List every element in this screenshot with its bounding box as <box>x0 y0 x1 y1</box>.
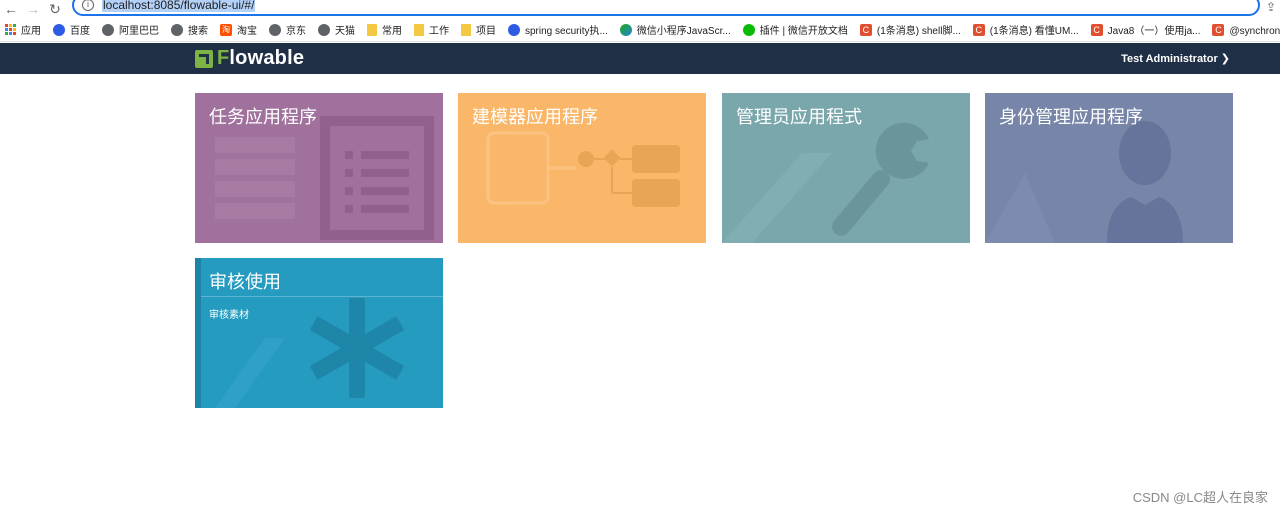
folder-icon <box>414 23 424 36</box>
bookmark-item[interactable]: 淘淘宝 <box>220 22 257 37</box>
bookmark-label: 淘宝 <box>237 26 257 37</box>
bookmark-item[interactable]: 微信小程序JavaScr... <box>619 22 731 37</box>
globe-icon <box>318 23 330 36</box>
flowable-logo[interactable]: Flowable <box>195 47 304 70</box>
baidu-paw-icon <box>508 23 520 36</box>
baidu-paw-icon <box>53 23 65 36</box>
tile-identity-app[interactable]: 身份管理应用程序 <box>985 93 1233 243</box>
bookmark-item[interactable]: 天猫 <box>318 22 355 37</box>
bookmark-label: 搜索 <box>188 26 208 37</box>
browser-url-bar: ← → ↻ i localhost:8085/flowable-ui/#/ ⇪ <box>0 0 1280 18</box>
folder-icon <box>367 23 377 36</box>
bookmark-label: 项目 <box>476 26 496 37</box>
wechat-icon <box>742 23 755 36</box>
tile-title: 身份管理应用程序 <box>999 107 1143 127</box>
forward-arrow-icon[interactable]: → <box>22 0 44 18</box>
tile-subtitle: 审核素材 <box>209 310 249 321</box>
address-field[interactable]: i localhost:8085/flowable-ui/#/ <box>72 0 1260 16</box>
tile-admin-app[interactable]: 管理员应用程式 <box>722 93 970 243</box>
tile-title: 审核使用 <box>209 272 281 292</box>
info-icon[interactable]: i <box>82 0 94 11</box>
bookmark-item[interactable]: 项目 <box>461 22 496 37</box>
globe-icon <box>171 23 183 36</box>
tile-modeler-app[interactable]: 建模器应用程序 <box>458 93 706 243</box>
tile-title: 任务应用程序 <box>209 107 317 127</box>
bookmark-label: 常用 <box>382 26 402 37</box>
bookmark-label: 微信小程序JavaScr... <box>636 26 731 37</box>
bookmark-label: 天猫 <box>335 26 355 37</box>
bookmark-item[interactable]: C @synchronized 递... <box>1212 22 1280 37</box>
bookmark-item[interactable]: 京东 <box>269 22 306 37</box>
csdn-icon: C <box>1090 23 1103 36</box>
watermark-text: CSDN @LC超人在良家 <box>1132 490 1268 505</box>
csdn-icon: C <box>859 23 872 36</box>
bookmark-item[interactable]: 应用 <box>4 22 41 37</box>
bookmark-label: 阿里巴巴 <box>119 26 159 37</box>
globe-icon <box>102 23 114 36</box>
bookmark-label: (1条消息) shell脚... <box>876 26 961 37</box>
bookmark-item[interactable]: C (1条消息) shell脚... <box>859 22 961 37</box>
bookmark-item[interactable]: 阿里巴巴 <box>102 22 159 37</box>
bookmark-label: 百度 <box>70 26 90 37</box>
app-header: Flowable Test Administrator ❯ <box>0 43 1280 74</box>
wechat-miniapp-icon <box>619 23 632 36</box>
tile-divider <box>201 296 443 297</box>
bookmark-label: Java8（一）使用ja... <box>1107 26 1201 37</box>
tile-audit-app[interactable]: 审核使用 审核素材 <box>195 258 443 408</box>
bookmarks-bar: 应用 百度 阿里巴巴 搜索 淘淘宝 京东 天猫 常用 工作 项目 spring security执.… <box>0 18 1280 42</box>
url-text[interactable]: localhost:8085/flowable-ui/#/ <box>102 0 256 12</box>
folder-icon <box>461 23 471 36</box>
user-menu[interactable]: Test Administrator ❯ <box>1121 52 1230 65</box>
bookmark-item[interactable]: 搜索 <box>171 22 208 37</box>
logo-text: Flowable <box>217 47 305 69</box>
globe-icon <box>269 23 281 36</box>
bookmark-label: 插件 | 微信开放文档 <box>759 26 848 37</box>
tile-title: 管理员应用程式 <box>736 107 862 127</box>
taobao-icon: 淘 <box>220 23 232 36</box>
bookmark-label: spring security执... <box>525 26 608 37</box>
bookmark-label: (1条消息) 看懂UM... <box>989 26 1079 37</box>
back-arrow-icon[interactable]: ← <box>0 0 22 18</box>
flowable-logo-icon <box>195 49 213 68</box>
bookmark-label: @synchronized 递... <box>1229 26 1280 37</box>
bookmark-item[interactable]: 常用 <box>367 22 402 37</box>
bookmark-item[interactable]: 插件 | 微信开放文档 <box>742 22 848 37</box>
bookmark-item[interactable]: C (1条消息) 看懂UM... <box>972 22 1079 37</box>
tile-accent-stripe <box>195 258 201 408</box>
bookmark-label: 京东 <box>286 26 306 37</box>
csdn-icon: C <box>972 23 985 36</box>
bookmark-item[interactable]: spring security执... <box>508 22 608 37</box>
bookmark-label: 工作 <box>429 26 449 37</box>
bookmark-label: 应用 <box>21 26 41 37</box>
tile-title: 建模器应用程序 <box>472 107 598 127</box>
tile-task-app[interactable]: 任务应用程序 <box>195 93 443 243</box>
csdn-icon: C <box>1212 23 1225 36</box>
bookmark-item[interactable]: 百度 <box>53 22 90 37</box>
bookmark-item[interactable]: 工作 <box>414 22 449 37</box>
share-icon[interactable]: ⇪ <box>1266 0 1276 14</box>
reload-icon[interactable]: ↻ <box>44 0 66 18</box>
bookmark-item[interactable]: C Java8（一）使用ja... <box>1090 22 1201 37</box>
apps-grid-icon <box>4 24 16 36</box>
